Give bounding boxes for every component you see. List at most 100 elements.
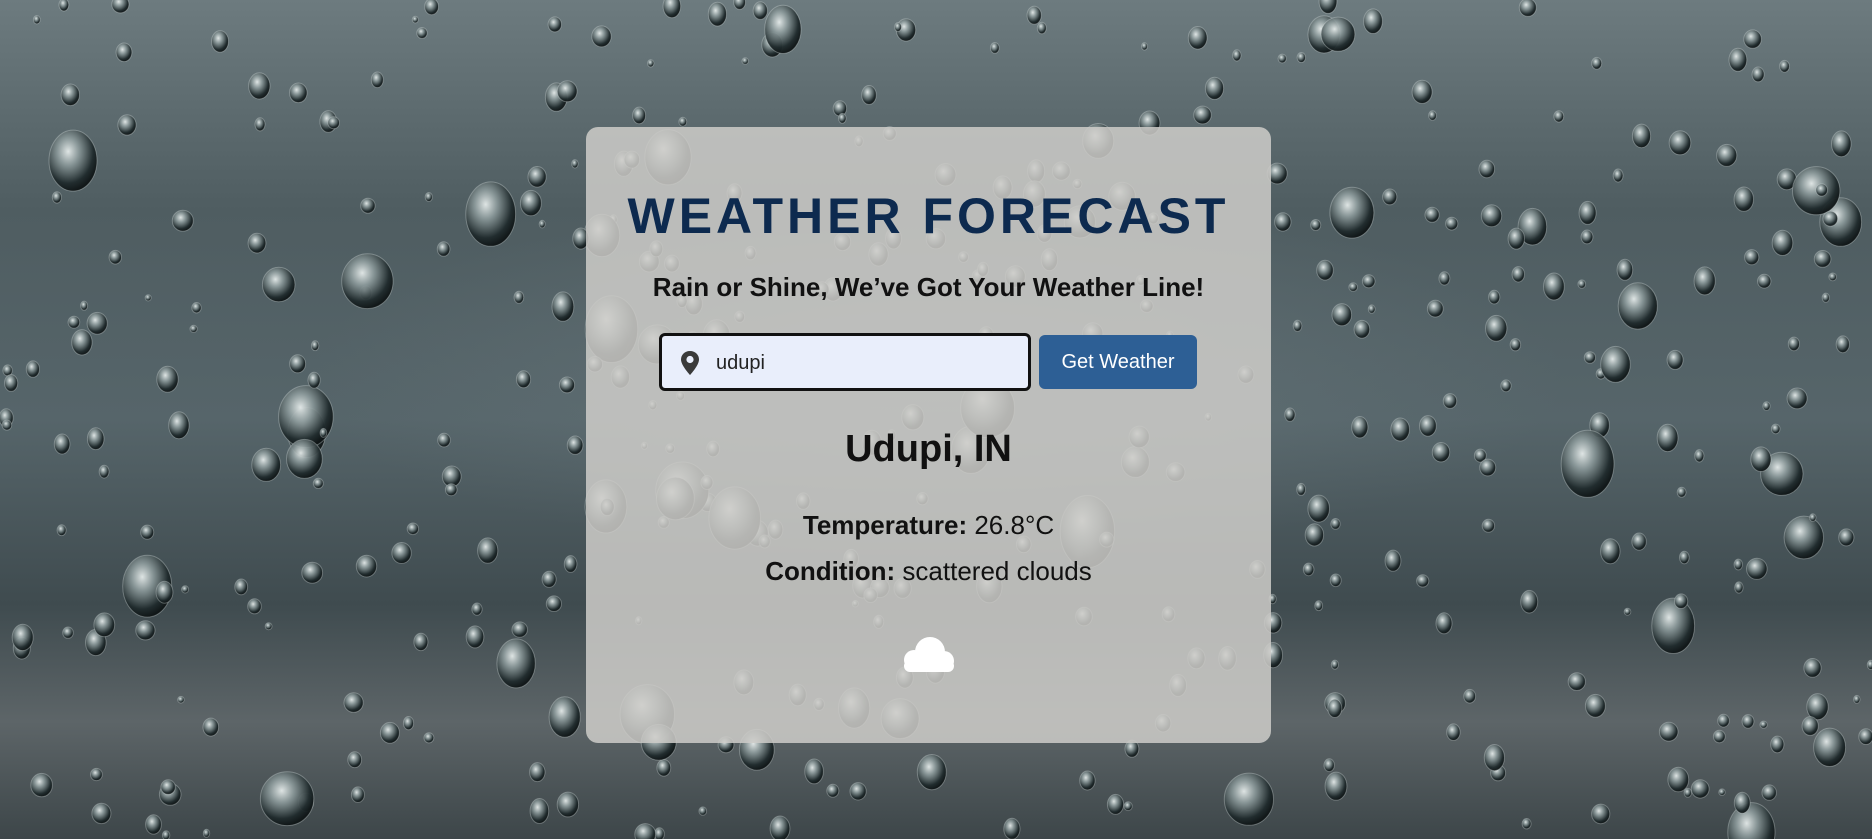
raindrop: [1509, 338, 1522, 352]
raindrop: [251, 447, 282, 482]
raindrop: [145, 814, 162, 835]
raindrop: [1553, 110, 1565, 123]
raindrop: [1518, 0, 1537, 17]
city-search-input[interactable]: [714, 336, 1018, 390]
raindrop: [1426, 299, 1444, 318]
raindrop: [656, 759, 672, 777]
raindrop: [471, 602, 483, 616]
raindrop: [51, 191, 63, 204]
raindrop: [1390, 417, 1410, 442]
raindrop: [1623, 607, 1632, 616]
raindrop: [1813, 727, 1847, 767]
raindrop: [538, 219, 546, 229]
raindrop: [181, 585, 190, 594]
raindrop: [1717, 713, 1730, 728]
raindrop: [1822, 210, 1839, 227]
raindrop: [769, 815, 791, 839]
raindrop: [1690, 779, 1710, 799]
raindrop: [1821, 292, 1830, 303]
raindrop: [1307, 494, 1330, 523]
raindrop: [733, 0, 746, 10]
raindrop: [1411, 79, 1433, 105]
raindrop: [826, 783, 840, 798]
raindrop: [477, 537, 499, 564]
condition-label: Condition:: [765, 556, 896, 586]
raindrop: [1666, 349, 1684, 370]
raindrop: [1560, 429, 1615, 498]
search-box[interactable]: [659, 333, 1031, 391]
raindrop: [1617, 282, 1658, 330]
raindrop: [1187, 26, 1208, 50]
raindrop: [1733, 558, 1744, 571]
raindrop: [343, 692, 364, 713]
raindrop: [1815, 183, 1828, 197]
raindrop: [465, 181, 517, 247]
condition-line: Condition: scattered clouds: [586, 556, 1271, 587]
raindrop: [1828, 272, 1837, 282]
raindrop: [56, 524, 67, 537]
raindrop: [289, 354, 307, 374]
raindrop: [529, 762, 546, 783]
raindrop: [90, 767, 103, 782]
raindrop: [804, 758, 824, 785]
raindrop: [319, 427, 328, 438]
raindrop: [108, 249, 123, 265]
raindrop: [1353, 319, 1371, 339]
raindrop: [247, 598, 262, 615]
raindrop: [327, 116, 341, 130]
raindrop: [1327, 698, 1343, 719]
raindrop: [496, 638, 536, 689]
raindrop: [1507, 227, 1526, 250]
raindrop: [513, 290, 525, 304]
raindrop: [515, 370, 532, 389]
temperature-label: Temperature:: [802, 510, 968, 540]
raindrop: [86, 311, 108, 335]
raindrop: [1277, 53, 1287, 64]
raindrop: [551, 291, 575, 322]
raindrop: [556, 791, 580, 818]
raindrop: [1679, 550, 1690, 565]
raindrop: [53, 433, 71, 455]
raindrop: [1480, 204, 1503, 228]
raindrop: [1771, 229, 1794, 256]
raindrop: [558, 376, 576, 394]
raindrop: [1746, 557, 1768, 580]
raindrop: [752, 1, 768, 20]
raindrop: [916, 754, 947, 791]
raindrop: [1511, 266, 1526, 283]
raindrop: [1320, 16, 1356, 52]
raindrop: [1330, 659, 1340, 670]
raindrop: [211, 30, 229, 53]
raindrop: [1806, 693, 1829, 721]
raindrop: [1759, 720, 1768, 729]
raindrop: [1382, 188, 1398, 206]
raindrop: [155, 580, 174, 604]
raindrop: [1591, 56, 1603, 70]
raindrop: [632, 106, 647, 125]
raindrop: [548, 696, 581, 738]
raindrop: [278, 385, 334, 449]
raindrop: [111, 0, 130, 14]
raindrop: [30, 772, 53, 798]
raindrop: [1123, 801, 1133, 812]
raindrop: [1361, 274, 1376, 289]
raindrop: [1716, 143, 1738, 167]
raindrop: [25, 360, 41, 378]
get-weather-button[interactable]: Get Weather: [1039, 335, 1197, 389]
raindrop: [571, 159, 579, 169]
raindrop: [547, 16, 562, 33]
raindrop: [1232, 49, 1242, 62]
raindrop: [1500, 379, 1512, 393]
raindrop: [1786, 387, 1808, 410]
raindrop: [1600, 538, 1621, 565]
raindrop: [1577, 279, 1587, 289]
raindrop: [1770, 735, 1785, 754]
raindrop: [1631, 532, 1647, 551]
raindrop: [1591, 803, 1611, 825]
raindrop: [1866, 659, 1872, 670]
raindrop: [115, 42, 133, 63]
raindrop: [406, 522, 420, 536]
raindrop: [1762, 401, 1771, 412]
raindrop: [1324, 771, 1348, 801]
raindrop: [370, 71, 384, 89]
